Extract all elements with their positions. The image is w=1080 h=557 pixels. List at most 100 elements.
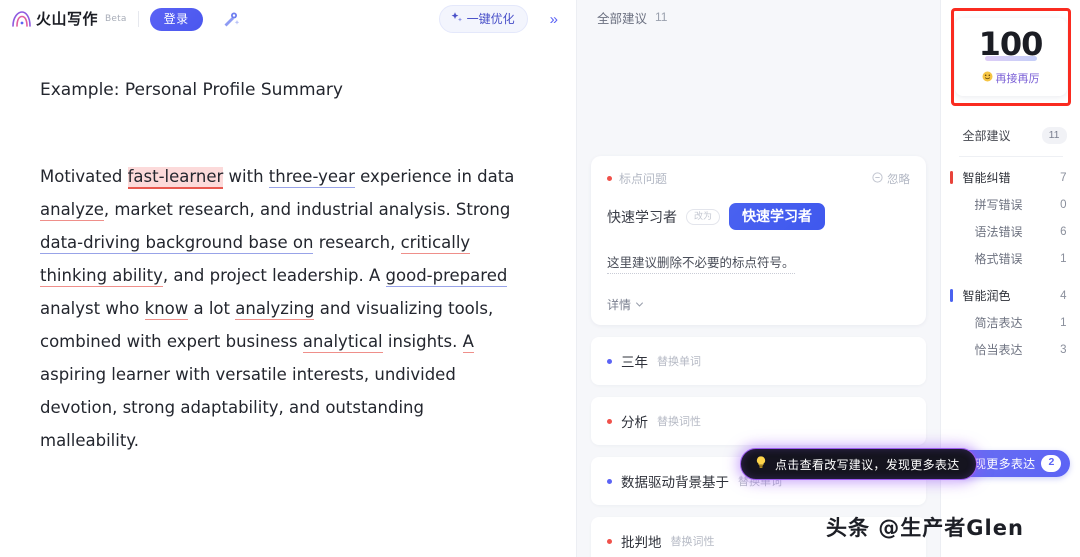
suggestion-item-word: 数据驱动背景基于 — [621, 475, 729, 490]
watermark-text: 头条 @生产者Glen — [826, 516, 1024, 540]
paragraph-text: Motivated — [40, 166, 128, 186]
paragraph-flagged-text[interactable]: good-prepared — [385, 265, 508, 287]
lightbulb-icon — [754, 455, 768, 474]
sidebar-category-count: 7 — [1060, 171, 1067, 184]
suggestion-item-tag: 替换词性 — [657, 416, 701, 428]
paragraph-flagged-text[interactable]: analyzing — [235, 298, 315, 320]
hint-tooltip-text: 点击查看改写建议，发现更多表达 — [775, 457, 960, 472]
sparkle-icon — [450, 11, 463, 26]
sidebar-category-label: 智能纠错 — [962, 171, 1011, 185]
magic-wand-icon[interactable] — [217, 6, 243, 32]
brand-name: 火山写作 — [36, 10, 99, 28]
score-card: 100 再接再厉 — [954, 18, 1067, 96]
suggestion-item-dot-icon — [607, 478, 612, 484]
suggestion-old-word: 快速学习者 — [607, 208, 677, 225]
suggestion-item-word: 分析 — [621, 415, 648, 430]
header-divider — [137, 11, 139, 27]
discover-more-badge: 2 — [1041, 455, 1062, 472]
double-chevron-right-icon[interactable]: » — [544, 10, 564, 29]
paragraph-text: research, — [313, 232, 401, 252]
sidebar-category-7[interactable]: 恰当表达 3 — [941, 336, 1080, 363]
suggestion-type-dot-icon — [607, 176, 612, 181]
ignore-button[interactable]: 忽略 — [872, 171, 910, 187]
paragraph-flagged-text[interactable]: fast-learner — [127, 166, 224, 189]
sidebar-category-count: 1 — [1060, 316, 1067, 329]
suggestion-arrow-pill: 改为 — [686, 208, 721, 225]
paragraph-text: insights. — [382, 331, 463, 351]
editor-header: 火山写作 Beta 登录 一键优化 » — [0, 0, 576, 38]
document-title: Example: Personal Profile Summary — [40, 80, 343, 100]
app-root: 火山写作 Beta 登录 一键优化 » Example: Personal Pr… — [0, 0, 1080, 557]
sidebar-category-list: 全部建议 11 智能纠错 7 拼写错误 0 语法错误 6 格式错误 1 智能润色 4 简洁表达 1 恰当表达… — [941, 122, 1080, 363]
paragraph-text: , market research, and industrial analys… — [103, 199, 511, 219]
minus-circle-icon — [872, 171, 883, 186]
sidebar-category-count: 0 — [1060, 198, 1067, 211]
suggestion-detail-label: 详情 — [607, 298, 632, 312]
sidebar-category-label: 简洁表达 — [974, 316, 1023, 330]
suggestion-card-header: 标点问题 忽略 — [607, 170, 910, 187]
sidebar-category-5[interactable]: 智能润色 4 — [941, 282, 1080, 309]
suggestion-description-wrap: 这里建议删除不必要的标点符号。 — [607, 252, 910, 296]
document-paragraph[interactable]: Motivated fast-learner with three-year e… — [40, 160, 520, 457]
sidebar-category-4[interactable]: 格式错误 1 — [941, 245, 1080, 272]
suggestion-type: 标点问题 — [607, 170, 667, 187]
suggestion-item-tag: 替换词性 — [670, 536, 715, 548]
sidebar-category-label: 拼写错误 — [974, 198, 1023, 212]
suggestion-detail-toggle[interactable]: 详情 — [607, 296, 910, 313]
suggestions-header: 全部建议 11 — [577, 0, 940, 34]
suggestion-list-item[interactable]: 三年 替换单词 — [591, 337, 926, 385]
suggestion-replace-row: 快速学习者 改为 快速学习者 — [607, 203, 910, 230]
chevron-down-icon — [635, 298, 644, 312]
sidebar-category-label: 语法错误 — [974, 225, 1023, 239]
paragraph-text: experience in data — [354, 166, 515, 186]
sidebar-category-0[interactable]: 全部建议 11 — [941, 122, 1080, 149]
sidebar-category-label: 恰当表达 — [974, 343, 1023, 357]
suggestion-list-item[interactable]: 分析 替换词性 — [591, 397, 926, 445]
sidebar-category-label: 格式错误 — [974, 252, 1023, 266]
score-underline-decoration — [984, 56, 1037, 61]
sidebar-category-1[interactable]: 智能纠错 7 — [941, 164, 1080, 191]
sidebar-category-6[interactable]: 简洁表达 1 — [941, 309, 1080, 336]
suggestion-apply-button[interactable]: 快速学习者 — [729, 203, 826, 230]
suggestion-item-dot-icon — [607, 358, 612, 364]
paragraph-flagged-text[interactable]: data-driving background base on — [40, 232, 314, 254]
paragraph-text: , and project leadership. A — [162, 265, 386, 285]
sidebar-category-3[interactable]: 语法错误 6 — [941, 218, 1080, 245]
paragraph-flagged-text[interactable]: analytical — [302, 331, 383, 353]
brand: 火山写作 Beta — [10, 9, 127, 29]
paragraph-text: a lot — [188, 298, 236, 318]
sidebar-category-label: 全部建议 — [962, 129, 1011, 143]
sidebar-category-2[interactable]: 拼写错误 0 — [941, 191, 1080, 218]
suggestion-item-dot-icon — [607, 538, 612, 544]
beta-tag: Beta — [105, 14, 127, 24]
paragraph-flagged-text[interactable]: A — [462, 331, 474, 353]
paragraph-text: aspiring learner with versatile interest… — [40, 364, 456, 450]
suggestion-card[interactable]: 标点问题 忽略 快速学习者 改为 快速学习者 这里建议删除不必要的标点符号。 详… — [591, 156, 926, 325]
login-button[interactable]: 登录 — [149, 7, 203, 31]
score-caption: 再接再厉 — [982, 70, 1040, 86]
suggestion-item-word: 三年 — [621, 355, 648, 370]
paragraph-flagged-text[interactable]: analyze — [40, 199, 104, 221]
sidebar-category-count: 6 — [1060, 225, 1067, 238]
header-right-tools: 一键优化 » — [438, 5, 564, 33]
volcano-logo-icon — [10, 9, 32, 29]
paragraph-flagged-text[interactable]: know — [144, 298, 189, 320]
suggestion-item-dot-icon — [607, 418, 612, 424]
one-click-optimize-button[interactable]: 一键优化 — [438, 5, 528, 33]
paragraph-text: with — [223, 166, 269, 186]
editor-pane: 火山写作 Beta 登录 一键优化 » Example: Personal Pr… — [0, 0, 577, 557]
suggestion-item-word: 批判地 — [621, 535, 662, 550]
hint-tooltip: 点击查看改写建议，发现更多表达 — [740, 448, 977, 480]
sidebar-category-bar-icon — [949, 171, 953, 184]
score-caption-label: 再接再厉 — [995, 73, 1040, 85]
sidebar-category-label: 智能润色 — [962, 289, 1011, 303]
sidebar-category-count: 3 — [1060, 343, 1067, 356]
sidebar-category-count: 4 — [1060, 289, 1067, 302]
suggestions-header-count: 11 — [655, 10, 668, 24]
sidebar-category-count: 11 — [1041, 126, 1067, 145]
paragraph-flagged-text[interactable]: three-year — [268, 166, 355, 188]
suggestion-item-tag: 替换单词 — [657, 356, 701, 368]
document-body[interactable]: Example: Personal Profile Summary Motiva… — [0, 38, 576, 557]
sidebar-category-count: 1 — [1060, 252, 1067, 265]
